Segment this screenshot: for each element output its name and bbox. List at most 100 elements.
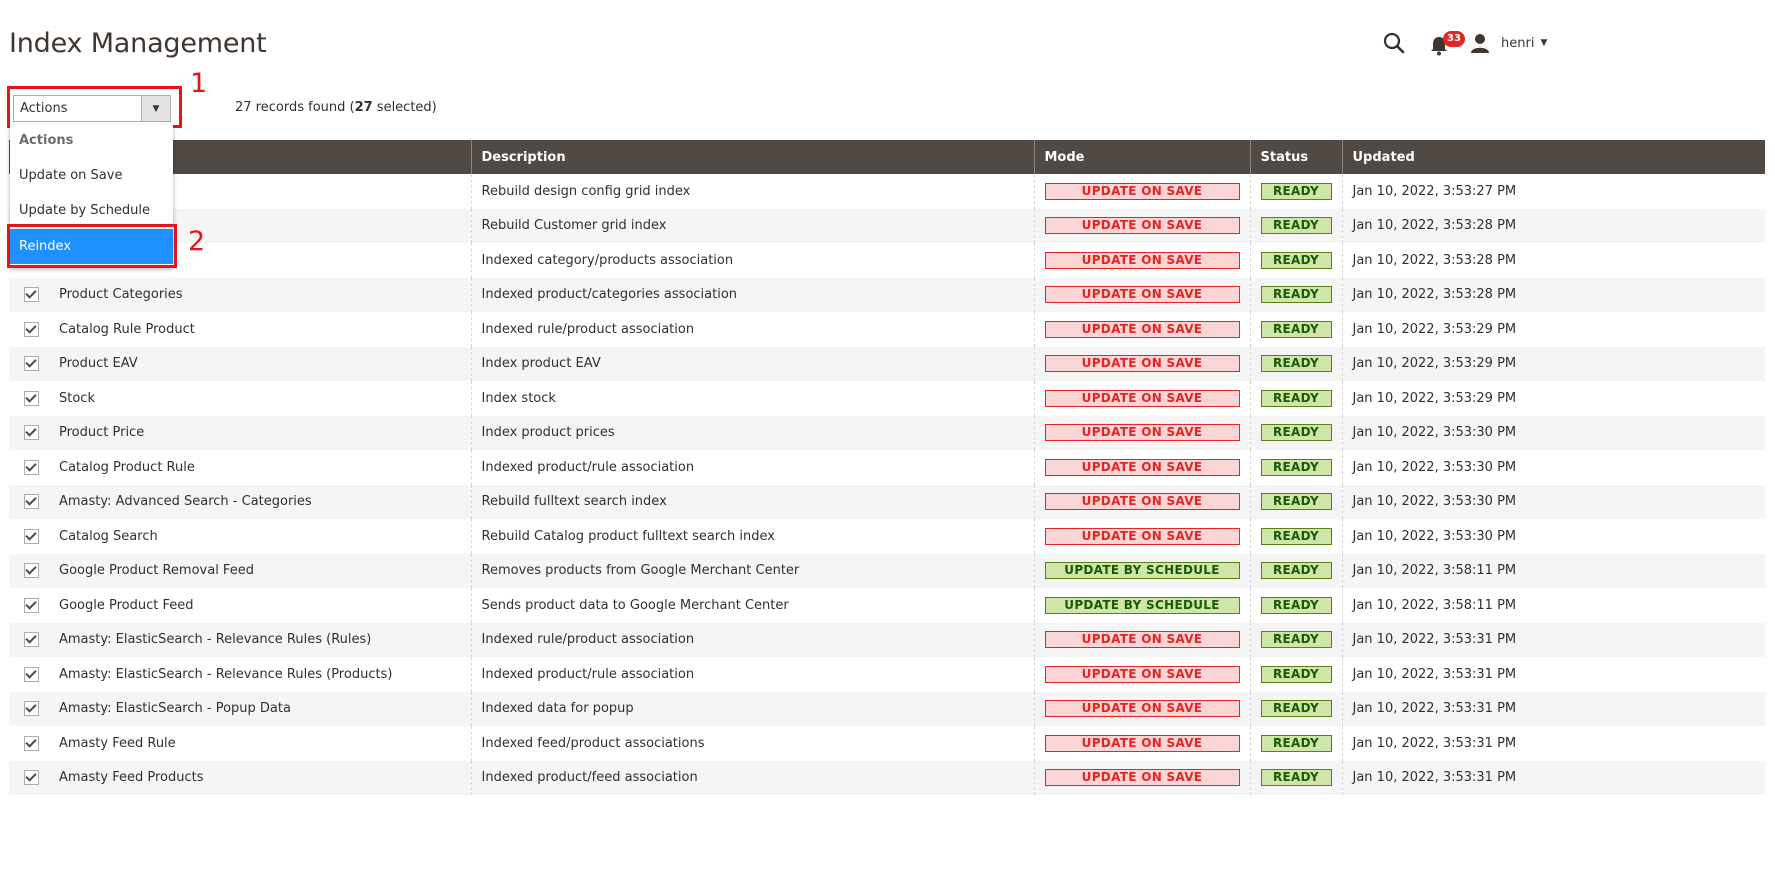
mode-cell: UPDATE ON SAVE xyxy=(1033,277,1250,312)
updated-cell: Jan 10, 2022, 3:53:31 PM xyxy=(1341,726,1765,761)
status-cell: READY xyxy=(1249,519,1342,554)
description-cell: Indexed data for popup xyxy=(470,691,1034,726)
annotation-number-2: 2 xyxy=(188,226,206,257)
mode-badge: UPDATE ON SAVE xyxy=(1044,286,1240,304)
mode-cell: UPDATE ON SAVE xyxy=(1033,450,1250,485)
indexer-name: Product Categories xyxy=(59,287,183,303)
updated-cell: Jan 10, 2022, 3:53:30 PM xyxy=(1341,450,1765,485)
row-checkbox[interactable] xyxy=(24,563,39,579)
row-checkbox[interactable] xyxy=(24,321,39,337)
indexer-name: Amasty Feed Rule xyxy=(59,735,176,751)
indexer-name: Catalog Search xyxy=(59,528,158,544)
column-header-updated[interactable]: Updated xyxy=(1341,140,1765,174)
description-cell: Indexed product/rule association xyxy=(470,450,1034,485)
mode-cell: UPDATE BY SCHEDULE xyxy=(1033,553,1250,588)
description-cell: Sends product data to Google Merchant Ce… xyxy=(470,588,1034,623)
indexer-cell: Amasty: ElasticSearch - Relevance Rules … xyxy=(9,622,471,657)
table-row[interactable]: Catalog Rule Product Indexed rule/product… xyxy=(9,312,1765,347)
chevron-down-icon[interactable]: ▼ xyxy=(141,96,170,121)
description-cell: Indexed rule/product association xyxy=(470,622,1034,657)
mode-cell: UPDATE ON SAVE xyxy=(1033,174,1250,209)
updated-cell: Jan 10, 2022, 3:53:29 PM xyxy=(1341,381,1765,416)
description-cell: Indexed product/rule association xyxy=(470,657,1034,692)
actions-select[interactable]: Actions ▼ xyxy=(13,95,171,122)
status-badge: READY xyxy=(1260,700,1332,718)
mode-badge: UPDATE ON SAVE xyxy=(1044,665,1240,683)
dropdown-item-update-on-save[interactable]: Update on Save xyxy=(10,158,173,193)
table-row[interactable]: Catalog Product Rule Indexed product/rule… xyxy=(9,450,1765,485)
updated-cell: Jan 10, 2022, 3:53:28 PM xyxy=(1341,277,1765,312)
row-checkbox[interactable] xyxy=(24,356,39,372)
updated-cell: Jan 10, 2022, 3:53:28 PM xyxy=(1341,243,1765,278)
row-checkbox[interactable] xyxy=(24,390,39,406)
indexer-cell: Amasty Feed Products xyxy=(9,760,471,795)
indexer-name: Product Price xyxy=(59,425,145,441)
column-header-mode[interactable]: Mode xyxy=(1033,140,1250,174)
indexer-cell: Product Categories xyxy=(9,277,471,312)
table-row[interactable]: Amasty: ElasticSearch - Relevance Rules … xyxy=(9,657,1765,692)
indexer-cell: Stock xyxy=(9,381,471,416)
row-checkbox[interactable] xyxy=(24,735,39,751)
records-count: 27 xyxy=(235,100,252,115)
table-row[interactable]: Catalog Search Rebuild Catalog product fu… xyxy=(9,519,1765,554)
description-cell: Indexed category/products association xyxy=(470,243,1034,278)
table-row[interactable]: Amasty Feed Products Indexed product/feed… xyxy=(9,760,1765,795)
indexer-name: Catalog Rule Product xyxy=(59,321,195,337)
status-cell: READY xyxy=(1249,415,1342,450)
status-badge: READY xyxy=(1260,458,1332,476)
indexer-cell: Google Product Removal Feed xyxy=(9,553,471,588)
row-checkbox[interactable] xyxy=(24,770,39,786)
mode-cell: UPDATE ON SAVE xyxy=(1033,519,1250,554)
user-menu[interactable]: henri ▼ xyxy=(1469,30,1547,56)
table-row[interactable]: Google Product Feed Sends product data to… xyxy=(9,588,1765,623)
row-checkbox[interactable] xyxy=(24,528,39,544)
table-row[interactable]: Product Price Index product prices UPDATE … xyxy=(9,415,1765,450)
status-cell: READY xyxy=(1249,174,1342,209)
table-row[interactable]: Amasty: ElasticSearch - Popup Data Indexe… xyxy=(9,691,1765,726)
table-row[interactable]: Amasty: Advanced Search - Categories Rebu… xyxy=(9,484,1765,519)
row-checkbox[interactable] xyxy=(24,425,39,441)
column-header-description[interactable]: Description xyxy=(470,140,1034,174)
indexer-cell: Amasty: ElasticSearch - Popup Data xyxy=(9,691,471,726)
row-checkbox[interactable] xyxy=(24,701,39,717)
user-icon xyxy=(1471,34,1489,53)
status-cell: READY xyxy=(1249,312,1342,347)
row-checkbox[interactable] xyxy=(24,459,39,475)
status-badge: READY xyxy=(1260,769,1332,787)
row-checkbox[interactable] xyxy=(24,597,39,613)
dropdown-item-update-by-schedule[interactable]: Update by Schedule xyxy=(10,193,173,228)
records-found: 27 records found (27 selected) xyxy=(235,100,437,115)
row-checkbox[interactable] xyxy=(24,632,39,648)
row-checkbox[interactable] xyxy=(24,494,39,510)
row-checkbox[interactable] xyxy=(24,666,39,682)
indexer-cell: Catalog Rule Product xyxy=(9,312,471,347)
status-cell: READY xyxy=(1249,208,1342,243)
column-header-status[interactable]: Status xyxy=(1249,140,1342,174)
table-row[interactable]: Rebuild Customer grid index UPDATE ON SAV… xyxy=(9,208,1765,243)
row-checkbox[interactable] xyxy=(24,287,39,303)
mode-badge: UPDATE ON SAVE xyxy=(1044,217,1240,235)
table-row[interactable]: Google Product Removal Feed Removes produ… xyxy=(9,553,1765,588)
status-cell: READY xyxy=(1249,484,1342,519)
table-row[interactable]: Product EAV Index product EAV UPDATE ON SA… xyxy=(9,346,1765,381)
mode-cell: UPDATE ON SAVE xyxy=(1033,208,1250,243)
table-row[interactable]: Indexed category/products association UPD… xyxy=(9,243,1765,278)
table-row[interactable]: Amasty: ElasticSearch - Relevance Rules … xyxy=(9,622,1765,657)
search-icon[interactable] xyxy=(1381,30,1407,56)
table-row[interactable]: Rebuild design config grid index UPDATE O… xyxy=(9,174,1765,209)
description-cell: Rebuild fulltext search index xyxy=(470,484,1034,519)
mode-badge: UPDATE ON SAVE xyxy=(1044,769,1240,787)
status-badge: READY xyxy=(1260,493,1332,511)
mode-cell: UPDATE ON SAVE xyxy=(1033,622,1250,657)
table-row[interactable]: Stock Index stock UPDATE ON SAVE READY Jan 1… xyxy=(9,381,1765,416)
selected-text: selected) xyxy=(372,100,437,115)
notifications-button[interactable]: 33 xyxy=(1430,31,1465,58)
indexer-cell: Catalog Product Rule xyxy=(9,450,471,485)
status-badge: READY xyxy=(1260,424,1332,442)
indexer-cell: Google Product Feed xyxy=(9,588,471,623)
table-row[interactable]: Product Categories Indexed product/catego… xyxy=(9,277,1765,312)
status-cell: READY xyxy=(1249,588,1342,623)
updated-cell: Jan 10, 2022, 3:53:30 PM xyxy=(1341,519,1765,554)
table-row[interactable]: Amasty Feed Rule Indexed feed/product ass… xyxy=(9,726,1765,761)
mode-badge: UPDATE ON SAVE xyxy=(1044,182,1240,200)
